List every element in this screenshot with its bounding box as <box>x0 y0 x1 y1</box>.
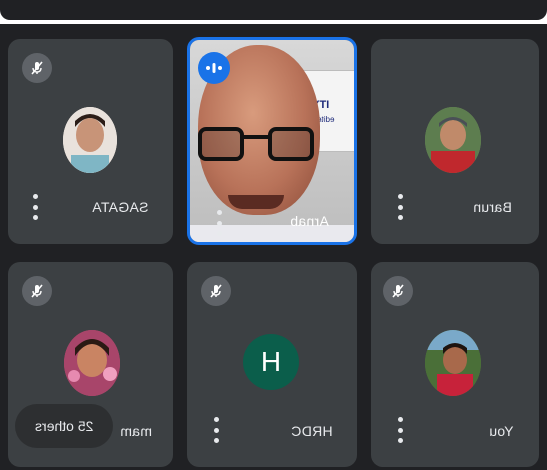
mic-off-icon <box>22 276 52 306</box>
avatar-hrdc: H <box>243 334 299 390</box>
mic-off-icon <box>383 276 413 306</box>
glasses <box>198 127 320 163</box>
participant-tile-barun[interactable]: Barun <box>371 39 539 244</box>
participant-name: Arnab <box>290 213 329 229</box>
participant-name: Barun <box>473 199 512 215</box>
meeting-app: SAGATA ITY OF edited by N <box>0 0 547 470</box>
more-options-icon[interactable] <box>213 417 219 443</box>
more-options-icon[interactable] <box>397 194 403 220</box>
avatar-barun <box>425 107 481 173</box>
participant-tile-you[interactable]: You <box>371 262 539 467</box>
audio-wave-icon <box>198 52 230 84</box>
participant-name: mam <box>120 423 153 439</box>
more-options-icon[interactable] <box>32 194 38 220</box>
participant-name: You <box>489 423 514 439</box>
avatar-you <box>425 330 481 396</box>
mic-off-icon <box>201 276 231 306</box>
participant-tile-sagata[interactable]: SAGATA <box>8 39 173 244</box>
avatar-sagata <box>63 107 117 173</box>
participant-name: HRDC <box>291 423 333 439</box>
others-count-label: 25 others <box>34 418 94 434</box>
participant-grid: SAGATA ITY OF edited by N <box>0 24 547 470</box>
mic-off-icon <box>22 53 52 83</box>
more-options-icon[interactable] <box>216 210 222 236</box>
more-options-icon[interactable] <box>397 417 403 443</box>
avatar-mam <box>64 330 120 396</box>
participant-tile-arnab[interactable]: ITY OF edited by N <box>187 37 357 245</box>
participant-name: SAGATA <box>92 199 149 215</box>
others-participants-button[interactable]: 25 others <box>15 404 113 448</box>
top-bar <box>0 0 547 20</box>
participant-tile-hrdc[interactable]: H HRDC <box>187 262 357 467</box>
